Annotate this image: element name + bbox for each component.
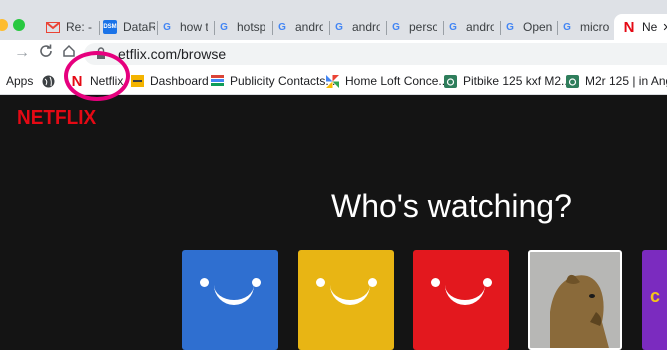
profile-purple[interactable]: c — [642, 250, 667, 350]
bookmark-pitbike[interactable]: Pitbike 125 kxf M2... — [443, 73, 571, 89]
profile-text: c — [650, 286, 661, 306]
tab-google-2[interactable]: G hotsp — [217, 14, 265, 40]
bookmark-globe[interactable] — [41, 73, 61, 89]
folder-icon — [210, 74, 224, 88]
close-tab-icon[interactable]: ✕ — [662, 21, 667, 34]
bookmark-publicity-contacts[interactable]: Publicity Contacts... — [210, 73, 335, 89]
tab-google-8[interactable]: G micro — [560, 14, 614, 40]
eye — [316, 278, 325, 287]
tab-google-6[interactable]: G andro — [446, 14, 494, 40]
bookmark-home-loft[interactable]: Home Loft Conce... — [325, 73, 448, 89]
eye — [200, 278, 209, 287]
smile-icon — [445, 280, 485, 305]
netflix-icon: N — [623, 18, 635, 36]
gmail-icon — [46, 20, 60, 34]
profile-yellow[interactable] — [298, 250, 394, 350]
bookmark-apps[interactable]: Apps — [6, 73, 33, 89]
bike-icon — [443, 74, 457, 88]
google-icon: G — [220, 21, 228, 33]
google-icon: G — [449, 21, 457, 33]
tab-google-3[interactable]: G andro — [275, 14, 323, 40]
tab-google-4[interactable]: G andro — [332, 14, 380, 40]
profile-blue[interactable] — [182, 250, 278, 350]
netflix-logo[interactable]: NETFLIX — [17, 107, 96, 130]
tab-strip: Re: - DSM DataR G how t G hotsp G andro … — [0, 0, 667, 40]
google-icon: G — [163, 21, 171, 33]
eye — [431, 278, 440, 287]
google-icon: G — [563, 21, 571, 33]
forward-arrow-icon[interactable]: → — [14, 44, 30, 62]
smile-icon — [330, 280, 370, 305]
profile-capybara[interactable] — [528, 250, 622, 350]
google-icon: G — [506, 21, 514, 33]
maximize-window-button[interactable] — [13, 19, 25, 31]
tab-separator — [329, 21, 330, 35]
highlight-circle — [64, 51, 130, 101]
dsm-icon: DSM — [103, 20, 117, 34]
pinwheel-icon — [325, 74, 339, 88]
tab-separator — [386, 21, 387, 35]
tab-google-7[interactable]: G Open — [503, 14, 553, 40]
tab-separator — [500, 21, 501, 35]
minimize-window-button[interactable] — [0, 19, 8, 31]
tab-separator — [443, 21, 444, 35]
address-bar[interactable]: etflix.com/browse — [84, 43, 667, 65]
address-url: etflix.com/browse — [118, 46, 227, 62]
tab-separator — [214, 21, 215, 35]
tab-separator — [272, 21, 273, 35]
google-icon: G — [335, 21, 343, 33]
tab-google-1[interactable]: G how t — [160, 14, 208, 40]
reload-icon[interactable] — [38, 43, 54, 64]
bookmark-m2r[interactable]: M2r 125 | in Angu... — [565, 73, 667, 89]
tab-gmail[interactable]: Re: - — [46, 14, 98, 40]
globe-icon — [41, 74, 55, 88]
tab-datar[interactable]: DSM DataR — [103, 14, 155, 40]
smile-icon — [214, 280, 254, 305]
dashboard-icon — [130, 74, 144, 88]
bookmark-dashboard[interactable]: Dashboard — [130, 73, 209, 89]
tab-separator — [157, 21, 158, 35]
tab-netflix-active[interactable]: N Ne ✕ — [614, 14, 667, 40]
google-icon: G — [278, 21, 286, 33]
page-title: Who's watching? — [331, 188, 572, 224]
profile-red[interactable] — [413, 250, 509, 350]
bike-icon — [565, 74, 579, 88]
tab-separator — [557, 21, 558, 35]
tab-google-5[interactable]: G perso — [389, 14, 437, 40]
tab-separator — [99, 21, 100, 35]
capybara-image — [530, 252, 620, 348]
google-icon: G — [392, 21, 400, 33]
